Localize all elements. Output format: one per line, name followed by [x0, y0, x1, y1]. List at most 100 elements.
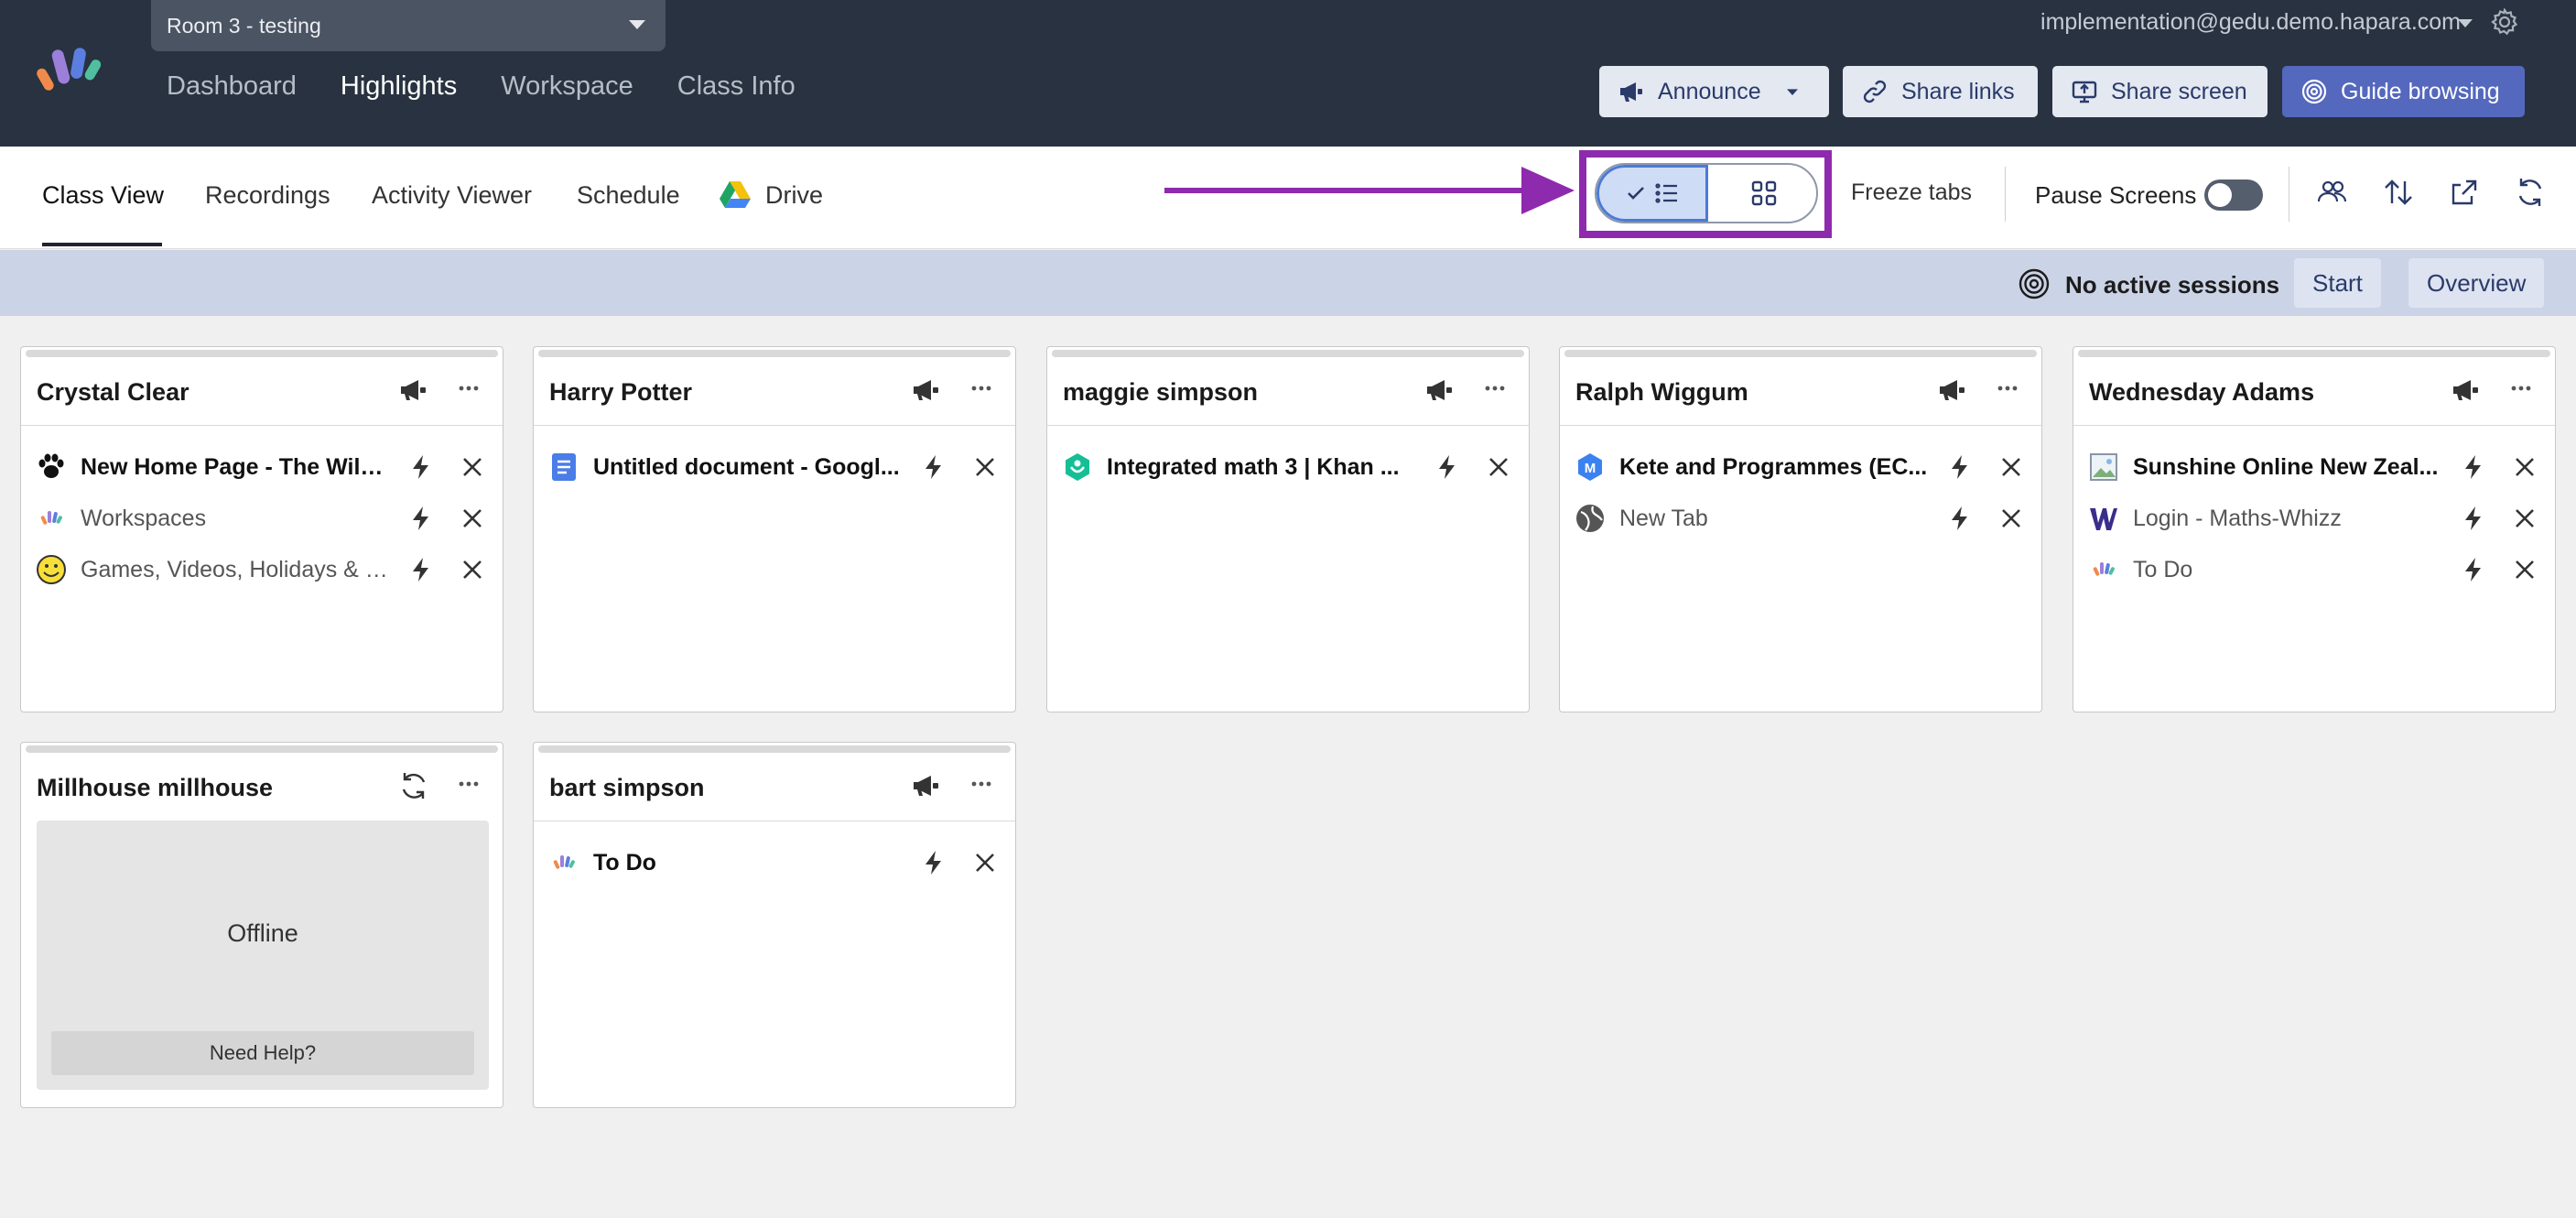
room-label: Room 3 - testing	[167, 13, 321, 38]
megaphone-icon[interactable]	[2451, 375, 2482, 406]
list-item[interactable]: M Kete and Programmes (EC...	[1575, 449, 2027, 485]
announce-button[interactable]: Announce	[1599, 66, 1829, 117]
google-drive-icon[interactable]	[720, 179, 751, 209]
tab-recordings[interactable]: Recordings	[205, 181, 330, 210]
more-icon[interactable]	[455, 375, 482, 402]
student-card[interactable]: Crystal Clear New Home Page - The Wild..…	[20, 346, 503, 712]
need-help-button[interactable]: Need Help?	[51, 1031, 474, 1075]
close-icon[interactable]	[2511, 453, 2538, 481]
lightning-icon[interactable]	[1946, 453, 1974, 481]
lightning-icon[interactable]	[407, 556, 435, 583]
main-nav: Dashboard Highlights Workspace Class Inf…	[167, 71, 839, 102]
list-item[interactable]: Sunshine Online New Zeal...	[2088, 449, 2540, 485]
tab-title: Workspaces	[81, 505, 207, 531]
tab-title: To Do	[593, 849, 656, 875]
list-item[interactable]: Workspaces	[36, 500, 488, 537]
hapara-icon	[2093, 562, 2115, 576]
share-screen-button[interactable]: Share screen	[2052, 66, 2268, 117]
list-item[interactable]: Integrated math 3 | Khan ...	[1062, 449, 1514, 485]
close-icon[interactable]	[1997, 505, 2025, 532]
grid-view-toggle[interactable]	[1708, 165, 1816, 222]
user-caret-icon[interactable]	[2458, 19, 2473, 27]
paw-icon	[38, 453, 64, 478]
more-icon[interactable]	[968, 770, 995, 798]
tab-drive[interactable]: Drive	[765, 181, 823, 210]
hapara-logo-icon[interactable]	[33, 44, 114, 99]
offline-panel: Offline Need Help?	[37, 821, 489, 1090]
close-icon[interactable]	[2511, 556, 2538, 583]
close-icon[interactable]	[459, 453, 486, 481]
lightning-icon[interactable]	[1434, 453, 1461, 481]
megaphone-icon[interactable]	[911, 770, 942, 801]
lightning-icon[interactable]	[407, 453, 435, 481]
start-session-button[interactable]: Start	[2294, 258, 2381, 308]
close-icon[interactable]	[1485, 453, 1512, 481]
lightning-icon[interactable]	[1946, 505, 1974, 532]
khan-academy-icon	[1066, 453, 1089, 481]
close-icon[interactable]	[2511, 505, 2538, 532]
lightning-icon[interactable]	[2460, 556, 2487, 583]
megaphone-icon[interactable]	[911, 375, 942, 406]
more-icon[interactable]	[1481, 375, 1509, 402]
tab-class-view[interactable]: Class View	[42, 181, 164, 210]
nav-workspace[interactable]: Workspace	[501, 71, 633, 102]
pause-screens-switch[interactable]	[2204, 179, 2263, 211]
nav-highlights[interactable]: Highlights	[341, 71, 457, 102]
list-item[interactable]: New Tab	[1575, 500, 2027, 537]
list-item[interactable]: Untitled document - Googl...	[548, 449, 1001, 485]
list-item[interactable]: Login - Maths-Whizz	[2088, 500, 2540, 537]
megaphone-icon[interactable]	[1937, 375, 1968, 406]
external-link-icon[interactable]	[2448, 176, 2481, 209]
more-icon[interactable]	[1994, 375, 2021, 402]
list-item[interactable]: New Home Page - The Wild...	[36, 449, 488, 485]
more-icon[interactable]	[2507, 375, 2535, 402]
student-card[interactable]: Wednesday Adams Sunshine Online New Zeal…	[2073, 346, 2556, 712]
nav-class-info[interactable]: Class Info	[677, 71, 796, 102]
link-icon	[1863, 80, 1887, 103]
gear-icon[interactable]	[2490, 7, 2519, 37]
users-icon[interactable]	[2316, 176, 2349, 209]
close-icon[interactable]	[459, 505, 486, 532]
close-icon[interactable]	[1997, 453, 2025, 481]
student-card[interactable]: bart simpson To Do	[533, 742, 1016, 1108]
list-item[interactable]: To Do	[2088, 551, 2540, 588]
overview-button[interactable]: Overview	[2408, 258, 2545, 308]
student-name: Wednesday Adams	[2089, 378, 2315, 406]
refresh-icon[interactable]	[398, 770, 429, 801]
student-card[interactable]: Ralph Wiggum M Kete and Programmes (EC..…	[1559, 346, 2042, 712]
lightning-icon[interactable]	[407, 505, 435, 532]
close-icon[interactable]	[971, 849, 999, 876]
student-card[interactable]: Millhouse millhouse Offline Need Help?	[20, 742, 503, 1108]
guide-browsing-label: Guide browsing	[2341, 78, 2500, 104]
card-status-bar	[26, 745, 498, 753]
tab-schedule[interactable]: Schedule	[577, 181, 680, 210]
lightning-icon[interactable]	[920, 849, 947, 876]
close-icon[interactable]	[971, 453, 999, 481]
student-card[interactable]: maggie simpson Integrated math 3 | Khan …	[1046, 346, 1530, 712]
tab-title: Integrated math 3 | Khan ...	[1107, 453, 1400, 480]
tab-activity-viewer[interactable]: Activity Viewer	[372, 181, 532, 210]
megaphone-icon[interactable]	[398, 375, 429, 406]
freeze-tabs-button[interactable]: Freeze tabs	[1851, 179, 1972, 206]
lightning-icon[interactable]	[920, 453, 947, 481]
hapara-icon	[40, 511, 62, 525]
student-card[interactable]: Harry Potter Untitled document - Googl..…	[533, 346, 1016, 712]
list-item[interactable]: Games, Videos, Holidays & C...	[36, 551, 488, 588]
megaphone-icon[interactable]	[1424, 375, 1456, 406]
caret-down-icon[interactable]	[1783, 78, 1802, 105]
nav-dashboard[interactable]: Dashboard	[167, 71, 297, 102]
lightning-icon[interactable]	[2460, 505, 2487, 532]
list-view-toggle[interactable]	[1596, 165, 1708, 222]
list-item[interactable]: To Do	[548, 844, 1001, 881]
user-email[interactable]: implementation@gedu.demo.hapara.com	[2040, 9, 2461, 36]
guide-browsing-button[interactable]: Guide browsing	[2282, 66, 2525, 117]
close-icon[interactable]	[459, 556, 486, 583]
offline-status: Offline	[227, 919, 298, 947]
room-selector[interactable]: Room 3 - testing	[151, 0, 666, 51]
refresh-icon[interactable]	[2514, 176, 2547, 209]
share-links-button[interactable]: Share links	[1843, 66, 2038, 117]
more-icon[interactable]	[968, 375, 995, 402]
sort-icon[interactable]	[2382, 176, 2415, 209]
more-icon[interactable]	[455, 770, 482, 798]
lightning-icon[interactable]	[2460, 453, 2487, 481]
